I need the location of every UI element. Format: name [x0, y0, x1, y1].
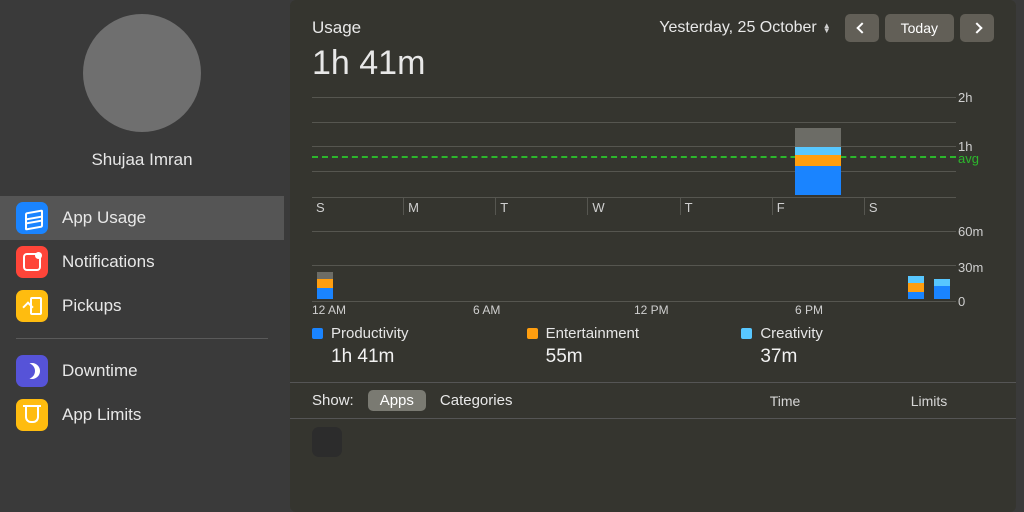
ytick: 30m — [958, 260, 992, 275]
sidebar-item-downtime[interactable]: Downtime — [0, 349, 284, 393]
screen-time-window: Shujaa Imran App Usage Notifications Pic… — [0, 0, 1024, 512]
segment-apps[interactable]: Apps — [368, 390, 426, 411]
bar-friday[interactable] — [795, 128, 841, 195]
date-nav: Yesterday, 25 October ▲▼ Today — [659, 14, 994, 42]
legend-productivity: Productivity 1h 41m — [312, 325, 527, 368]
next-day-button[interactable] — [960, 14, 994, 42]
sidebar-divider — [16, 338, 268, 339]
app-icon — [312, 427, 342, 457]
swatch-productivity — [312, 328, 323, 339]
swatch-entertainment — [527, 328, 538, 339]
today-button[interactable]: Today — [885, 14, 954, 42]
sidebar-item-label: Downtime — [62, 361, 138, 381]
swatch-creativity — [741, 328, 752, 339]
app-row[interactable] — [312, 419, 994, 465]
show-label: Show: — [312, 392, 354, 409]
sidebar-nav: App Usage Notifications Pickups Downtime… — [0, 196, 284, 437]
hourly-x-labels: 12 AM 6 AM 12 PM 6 PM — [312, 301, 956, 317]
sidebar-item-label: Notifications — [62, 252, 155, 272]
sidebar-item-notifications[interactable]: Notifications — [0, 240, 284, 284]
hourly-chart: 60m 30m 0 — [312, 231, 956, 317]
downtime-icon — [16, 355, 48, 387]
date-picker[interactable]: Yesterday, 25 October ▲▼ — [659, 19, 830, 37]
avatar[interactable] — [83, 14, 201, 132]
panel-title: Usage — [312, 18, 361, 38]
sidebar-item-label: App Usage — [62, 208, 146, 228]
prev-day-button[interactable] — [845, 14, 879, 42]
app-limits-icon — [16, 399, 48, 431]
weekly-chart: 2h 1h avg — [312, 97, 956, 215]
bar-11pm[interactable] — [934, 279, 950, 299]
legend-creativity: Creativity 37m — [741, 325, 956, 368]
main: Usage Yesterday, 25 October ▲▼ Today 1h … — [284, 0, 1024, 512]
stepper-icon: ▲▼ — [823, 23, 831, 33]
bar-12am[interactable] — [317, 272, 333, 299]
weekly-x-labels: S M T W T F S — [312, 197, 956, 215]
weekly-bars — [312, 113, 956, 195]
date-text: Yesterday, 25 October — [659, 19, 816, 37]
bar-10pm[interactable] — [908, 276, 924, 299]
hourly-bars — [312, 245, 956, 299]
segment-categories[interactable]: Categories — [440, 392, 513, 409]
category-legend: Productivity 1h 41m Entertainment 55m Cr… — [312, 325, 956, 368]
sidebar-item-app-usage[interactable]: App Usage — [0, 196, 284, 240]
sidebar: Shujaa Imran App Usage Notifications Pic… — [0, 0, 284, 512]
legend-entertainment: Entertainment 55m — [527, 325, 742, 368]
chevron-right-icon — [971, 22, 982, 33]
sidebar-item-label: Pickups — [62, 296, 122, 316]
sidebar-item-app-limits[interactable]: App Limits — [0, 393, 284, 437]
avg-label: avg — [958, 151, 992, 166]
column-limits: Limits — [864, 393, 994, 409]
show-filter-row: Show: Apps Categories Time Limits — [290, 382, 1016, 419]
usage-panel: Usage Yesterday, 25 October ▲▼ Today 1h … — [290, 0, 1016, 512]
panel-header: Usage Yesterday, 25 October ▲▼ Today — [312, 14, 994, 42]
total-usage-time: 1h 41m — [312, 44, 994, 83]
column-time: Time — [720, 393, 850, 409]
sidebar-item-pickups[interactable]: Pickups — [0, 284, 284, 328]
ytick: 0 — [958, 294, 992, 309]
pickups-icon — [16, 290, 48, 322]
app-usage-icon — [16, 202, 48, 234]
ytick: 2h — [958, 90, 992, 105]
ytick: 60m — [958, 224, 992, 239]
notifications-icon — [16, 246, 48, 278]
sidebar-item-label: App Limits — [62, 405, 141, 425]
username: Shujaa Imran — [0, 150, 284, 170]
date-nav-buttons: Today — [845, 14, 994, 42]
chevron-left-icon — [856, 22, 867, 33]
